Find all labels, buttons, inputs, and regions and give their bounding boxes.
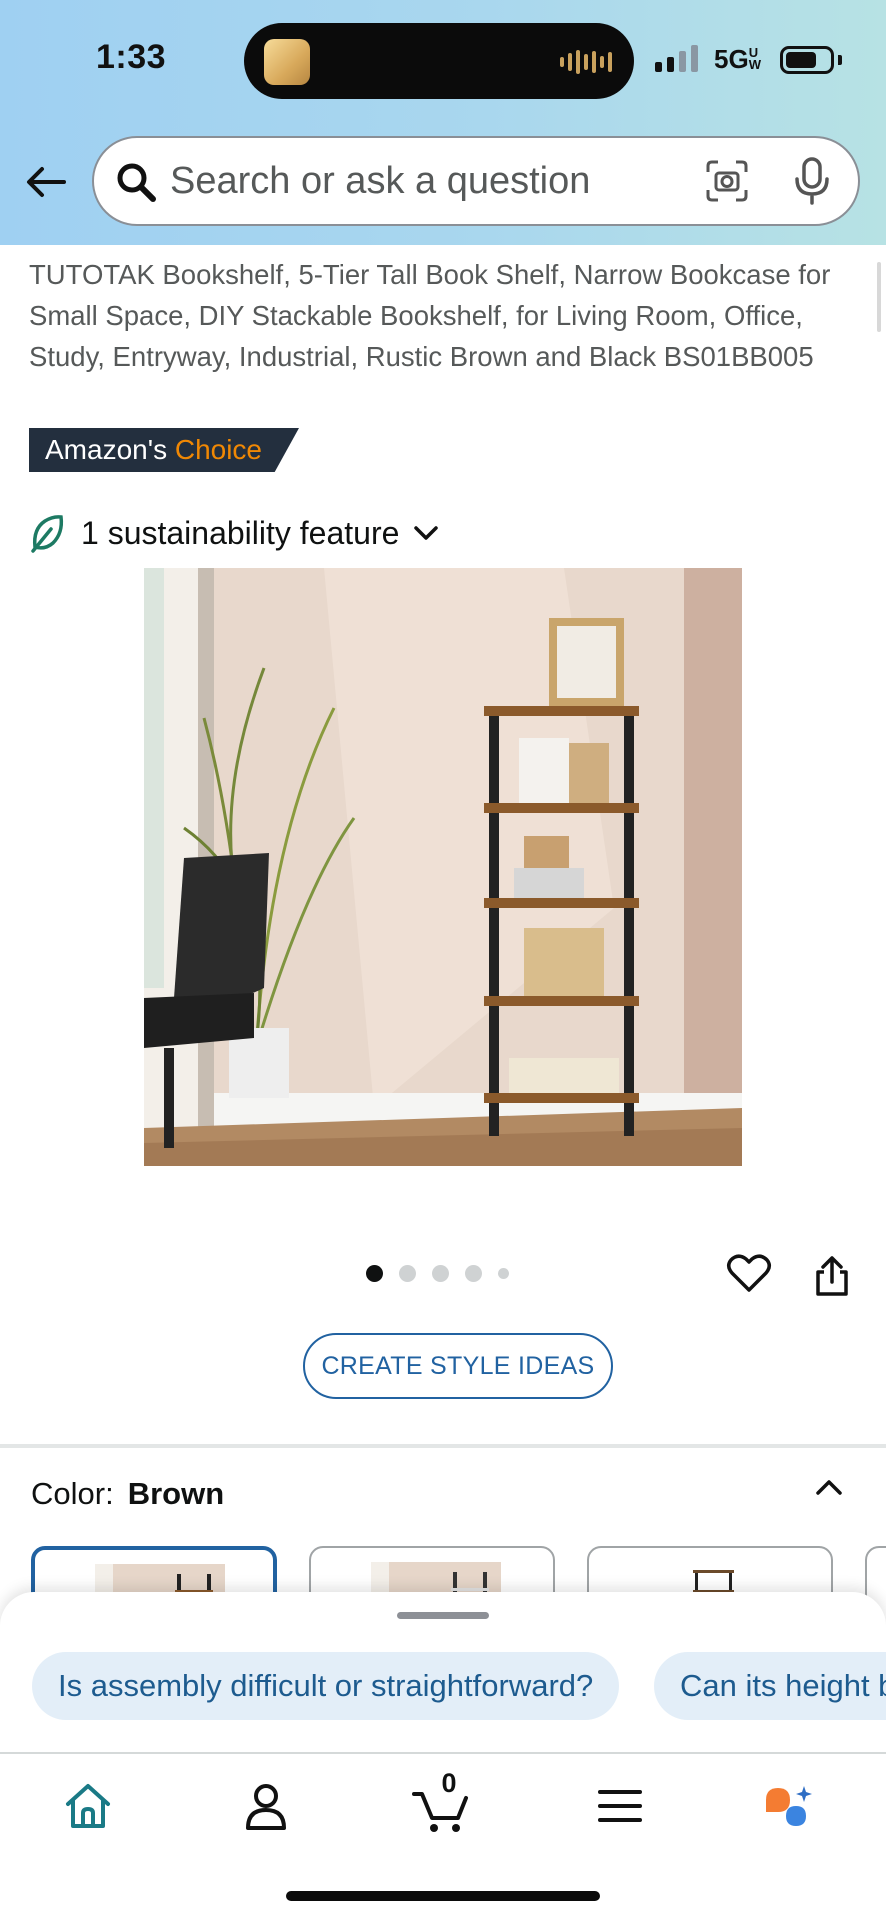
- microphone-icon[interactable]: [792, 156, 832, 206]
- product-image[interactable]: [144, 568, 742, 1166]
- rufus-suggestions-sheet: Is assembly difficult or straightforward…: [0, 1592, 886, 1752]
- product-title[interactable]: TUTOTAK Bookshelf, 5-Tier Tall Book Shel…: [29, 254, 859, 377]
- color-label: Color:: [31, 1476, 114, 1511]
- amazons-choice-badge: Amazon's Choice: [29, 428, 299, 472]
- signal-icon: [655, 44, 698, 72]
- carousel-dot[interactable]: [465, 1265, 482, 1282]
- audio-wave-icon: [560, 49, 612, 75]
- suggestion-chip[interactable]: Is assembly difficult or straightforward…: [32, 1652, 620, 1720]
- status-time: 1:33: [96, 38, 167, 76]
- header: 1:33 5GUW Search or ask a question: [0, 0, 886, 245]
- sustainability-label: 1 sustainability feature: [81, 514, 400, 551]
- chevron-down-icon: [414, 526, 439, 540]
- color-selected-value: Brown: [127, 1476, 225, 1511]
- heart-icon[interactable]: [726, 1252, 772, 1294]
- battery-icon: [780, 46, 834, 74]
- leaf-icon: [31, 515, 64, 553]
- search-input[interactable]: Search or ask a question: [92, 136, 860, 226]
- battery-tip: [838, 55, 842, 65]
- share-icon[interactable]: [812, 1254, 852, 1298]
- dynamic-island[interactable]: [244, 23, 634, 99]
- scroll-indicator: [877, 262, 881, 332]
- product-page: 1:33 5GUW Search or ask a question TUTOT…: [0, 0, 886, 1920]
- search-icon: [117, 163, 156, 202]
- create-style-ideas-button[interactable]: CREATE STYLE IDEAS: [303, 1333, 613, 1399]
- sustainability-toggle[interactable]: 1 sustainability feature: [29, 510, 441, 556]
- section-divider: [0, 1444, 886, 1448]
- home-icon[interactable]: [58, 1776, 118, 1836]
- image-carousel-dots[interactable]: [366, 1265, 509, 1282]
- sheet-drag-handle[interactable]: [397, 1612, 489, 1619]
- menu-icon[interactable]: [590, 1776, 650, 1836]
- carousel-dot[interactable]: [399, 1265, 416, 1282]
- home-indicator: [286, 1891, 600, 1901]
- back-arrow-icon[interactable]: [24, 160, 68, 204]
- cart-count-badge: 0: [441, 1768, 457, 1798]
- now-playing-artwork: [264, 39, 310, 85]
- account-icon[interactable]: [236, 1776, 296, 1836]
- search-placeholder: Search or ask a question: [170, 160, 591, 202]
- color-selector-heading: Color: Brown: [31, 1476, 224, 1512]
- carousel-dot[interactable]: [498, 1268, 509, 1279]
- carousel-dot[interactable]: [366, 1265, 383, 1282]
- network-type: 5GUW: [714, 44, 761, 74]
- camera-scan-icon[interactable]: [704, 158, 750, 204]
- chevron-up-icon[interactable]: [812, 1470, 846, 1504]
- suggestion-chip[interactable]: Can its height b: [654, 1652, 886, 1720]
- carousel-dot[interactable]: [432, 1265, 449, 1282]
- rufus-icon[interactable]: [760, 1776, 820, 1836]
